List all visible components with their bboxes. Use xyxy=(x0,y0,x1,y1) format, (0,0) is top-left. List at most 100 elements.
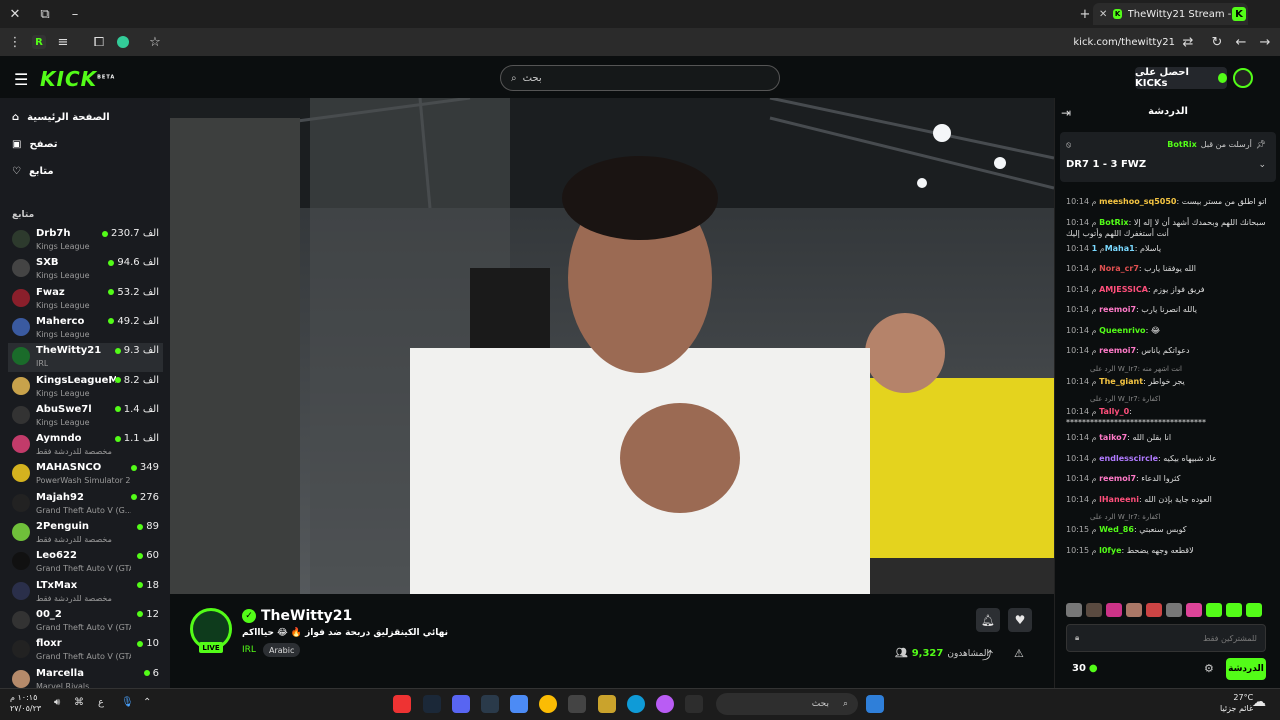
chat-message-user[interactable]: Nora_cr7 xyxy=(1099,264,1139,273)
chat-message-user[interactable]: reemoi7 xyxy=(1099,346,1136,355)
minimize-window-icon[interactable]: – xyxy=(60,0,90,28)
chat-message[interactable]: 10:15 م l0fye: لاقطعه وجهه يضحط xyxy=(1066,545,1266,556)
taskbar-app-icon[interactable] xyxy=(393,695,411,713)
emote-icon[interactable] xyxy=(1186,603,1202,617)
file-explorer-icon[interactable] xyxy=(568,695,586,713)
chat-message[interactable]: 10:14 م Queenrivo: 😂 xyxy=(1066,325,1266,336)
sidebar-channel[interactable]: TheWitty21 IRL 9.3 الف xyxy=(8,343,163,373)
chat-message[interactable]: 10:14 م lHaneeni: العوده جاية بإذن الله xyxy=(1066,494,1266,505)
chat-settings-gear-icon[interactable]: ⚙ xyxy=(1204,662,1214,675)
chat-message-user[interactable]: 1Maha1 xyxy=(1092,244,1135,253)
stream-category[interactable]: IRL xyxy=(242,645,256,655)
chat-message-user[interactable]: Tally_0 xyxy=(1099,407,1129,416)
report-warning-icon[interactable]: ⚠ xyxy=(1014,647,1024,660)
notification-bell-icon[interactable]: 🔔︎ xyxy=(976,608,1000,632)
emote-icon[interactable] xyxy=(1146,603,1162,617)
chat-message[interactable]: 10:14 م endlesscircle: عاد شبيهاه بيكيه xyxy=(1066,453,1266,464)
chat-message[interactable]: 10:14 م AMJESSICA: فريق فواز يوزم xyxy=(1066,284,1266,295)
url-text[interactable]: kick.com/thewitty21 xyxy=(1060,28,1175,56)
copilot-icon[interactable] xyxy=(656,695,674,713)
chat-message-user[interactable]: endlesscircle xyxy=(1099,454,1158,463)
sidebar-channel[interactable]: Aymndo مخصصة للدردشة فقط 1.1 الف xyxy=(8,431,163,460)
chat-message-user[interactable]: meeshoo_sq5050 xyxy=(1099,197,1176,206)
chat-message[interactable]: 10:14 م taiko7: انا بقلن الله xyxy=(1066,432,1266,443)
taskbar-clock[interactable]: ١٠:١٥ م ٢٧/٠٥/٢٣ xyxy=(10,692,41,714)
sidebar-channel[interactable]: Leo622 Grand Theft Auto V (GTA) 60 xyxy=(8,548,163,577)
channel-points[interactable]: 30 ● xyxy=(1072,663,1098,674)
get-kicks-button[interactable]: احصل على KICKs xyxy=(1135,67,1227,89)
emote-icon[interactable] xyxy=(1166,603,1182,617)
chat-message-user[interactable]: Queenrivo xyxy=(1099,326,1145,335)
chat-message[interactable]: 10:14 م reemoi7: يالله انصرنا يارب xyxy=(1066,304,1266,315)
favorite-star-icon[interactable]: ☆ xyxy=(140,28,170,56)
nav-browse[interactable]: ▣ تصفح xyxy=(12,139,57,150)
chat-message[interactable]: 10:14 م Nora_cr7: الله يوفقنا يارب xyxy=(1066,263,1266,274)
chat-input[interactable]: 🔒︎ للمشتركين فقط xyxy=(1066,624,1266,652)
network-icon[interactable]: ⌘ xyxy=(74,697,84,708)
chat-message[interactable]: 10:14 م 1Maha1: ياسلام xyxy=(1066,243,1266,254)
chrome-icon[interactable] xyxy=(539,695,557,713)
emote-icon[interactable] xyxy=(1106,603,1122,617)
follow-heart-button[interactable]: ♥ xyxy=(1008,608,1032,632)
chat-message[interactable]: 10:14 م The_giant: يجر خواطر xyxy=(1066,376,1266,387)
chat-message-user[interactable]: lHaneeni xyxy=(1099,495,1139,504)
taskbar-app-icon[interactable] xyxy=(685,695,703,713)
chat-message-user[interactable]: AMJESSICA xyxy=(1099,285,1148,294)
weather-widget[interactable]: 27°C غائم جزئيا xyxy=(1220,692,1253,714)
sidebar-channel[interactable]: MAHASNCO PowerWash Simulator 2 349 xyxy=(8,460,163,489)
shield-extension-icon[interactable] xyxy=(108,28,138,56)
windows-start-icon[interactable] xyxy=(866,695,884,713)
sidebar-channel[interactable]: LTxMax مخصصة للدردشة فقط 18 xyxy=(8,578,163,607)
sidebar-channel[interactable]: Majah92 Grand Theft Auto V (G... 276 xyxy=(8,490,163,519)
streamer-name[interactable]: TheWitty21 xyxy=(261,608,352,624)
chat-message-user[interactable]: taiko7 xyxy=(1099,433,1127,442)
emote-icon[interactable] xyxy=(1126,603,1142,617)
input-language[interactable]: ع xyxy=(98,697,104,708)
sidebar-channel[interactable]: AbuSwe7l Kings League 1.4 الف xyxy=(8,402,163,431)
forward-icon[interactable]: → xyxy=(1250,28,1280,56)
translate-icon[interactable]: ⇄ xyxy=(1173,28,1203,56)
chat-message-user[interactable]: Wed_86 xyxy=(1099,525,1134,534)
sidebar-channel[interactable]: floxr Grand Theft Auto V (GTA) 10 xyxy=(8,636,163,665)
volume-icon[interactable]: 🔊︎ xyxy=(54,697,60,708)
chat-message[interactable]: 10:14 م reemoi7: كثروا الدعاء xyxy=(1066,473,1266,484)
close-window-icon[interactable]: ✕ xyxy=(0,0,30,28)
emote-icon[interactable] xyxy=(1066,603,1082,617)
chat-message-user[interactable]: BotRix xyxy=(1099,218,1128,227)
chat-message[interactable]: 10:14 م reemoi7: دعواتكم ياناس xyxy=(1066,345,1266,356)
search-input[interactable]: ⌕ بحث xyxy=(500,65,780,91)
terminal-icon[interactable] xyxy=(481,695,499,713)
chat-message-user[interactable]: l0fye xyxy=(1099,546,1121,555)
chat-message[interactable]: 10:15 م Wed_86: كوبس سنعبتي xyxy=(1066,524,1266,535)
expand-pin-chevron-icon[interactable]: ⌄ xyxy=(1258,160,1266,170)
hamburger-menu-icon[interactable]: ☰ xyxy=(14,70,28,89)
chat-message-user[interactable]: reemoi7 xyxy=(1099,305,1136,314)
browser-tab[interactable]: ✕ K TheWitty21 Stream - Watch xyxy=(1093,3,1248,25)
nav-following[interactable]: ♡ متابع xyxy=(12,166,54,177)
chat-message-user[interactable]: reemoi7 xyxy=(1099,474,1136,483)
maximize-window-icon[interactable]: ⧉ xyxy=(30,0,60,28)
sidebar-channel[interactable]: 2Penguin مخصصة للدردشة فقط 89 xyxy=(8,519,163,548)
edge-icon[interactable] xyxy=(627,695,645,713)
chat-message[interactable]: 10:14 م meeshoo_sq5050: اتو اطلق من مستر… xyxy=(1066,196,1266,207)
chat-message-user[interactable]: The_giant xyxy=(1099,377,1143,386)
steam-icon[interactable] xyxy=(423,695,441,713)
emote-icon[interactable] xyxy=(1246,603,1262,617)
nav-home[interactable]: ⌂ الصفحة الرئيسية xyxy=(12,112,110,123)
discord-icon[interactable] xyxy=(452,695,470,713)
sidebar-channel[interactable]: 00_2 Grand Theft Auto V (GTA) 12 xyxy=(8,607,163,636)
chat-message[interactable]: 10:14 م Tally_0: ***********************… xyxy=(1066,406,1266,428)
reading-list-icon[interactable]: ≡ xyxy=(48,28,78,56)
emote-icon[interactable] xyxy=(1206,603,1222,617)
pinned-message[interactable]: ⦸ BotRix أرسلت من قبل 📌︎ DR7 1 - 3 FWZ ⌄ xyxy=(1060,132,1276,182)
close-tab-icon[interactable]: ✕ xyxy=(1099,9,1107,20)
kick-logo[interactable]: KICKBETA xyxy=(40,67,115,91)
sidebar-channel[interactable]: Drb7h Kings League 230.7 الف xyxy=(8,226,163,255)
sidebar-channel[interactable]: Maherco Kings League 49.2 الف xyxy=(8,314,163,343)
user-avatar[interactable] xyxy=(1233,68,1253,88)
sidebar-channel[interactable]: Fwaz Kings League 53.2 الف xyxy=(8,285,163,314)
chat-message[interactable]: 10:14 م BotRix: سبحانك اللهم وبحمدك أشهد… xyxy=(1066,217,1266,239)
video-player[interactable] xyxy=(170,98,1054,594)
emote-icon[interactable] xyxy=(1086,603,1102,617)
sidebar-channel[interactable]: KingsLeagueM... Kings League 8.2 الف xyxy=(8,373,163,402)
